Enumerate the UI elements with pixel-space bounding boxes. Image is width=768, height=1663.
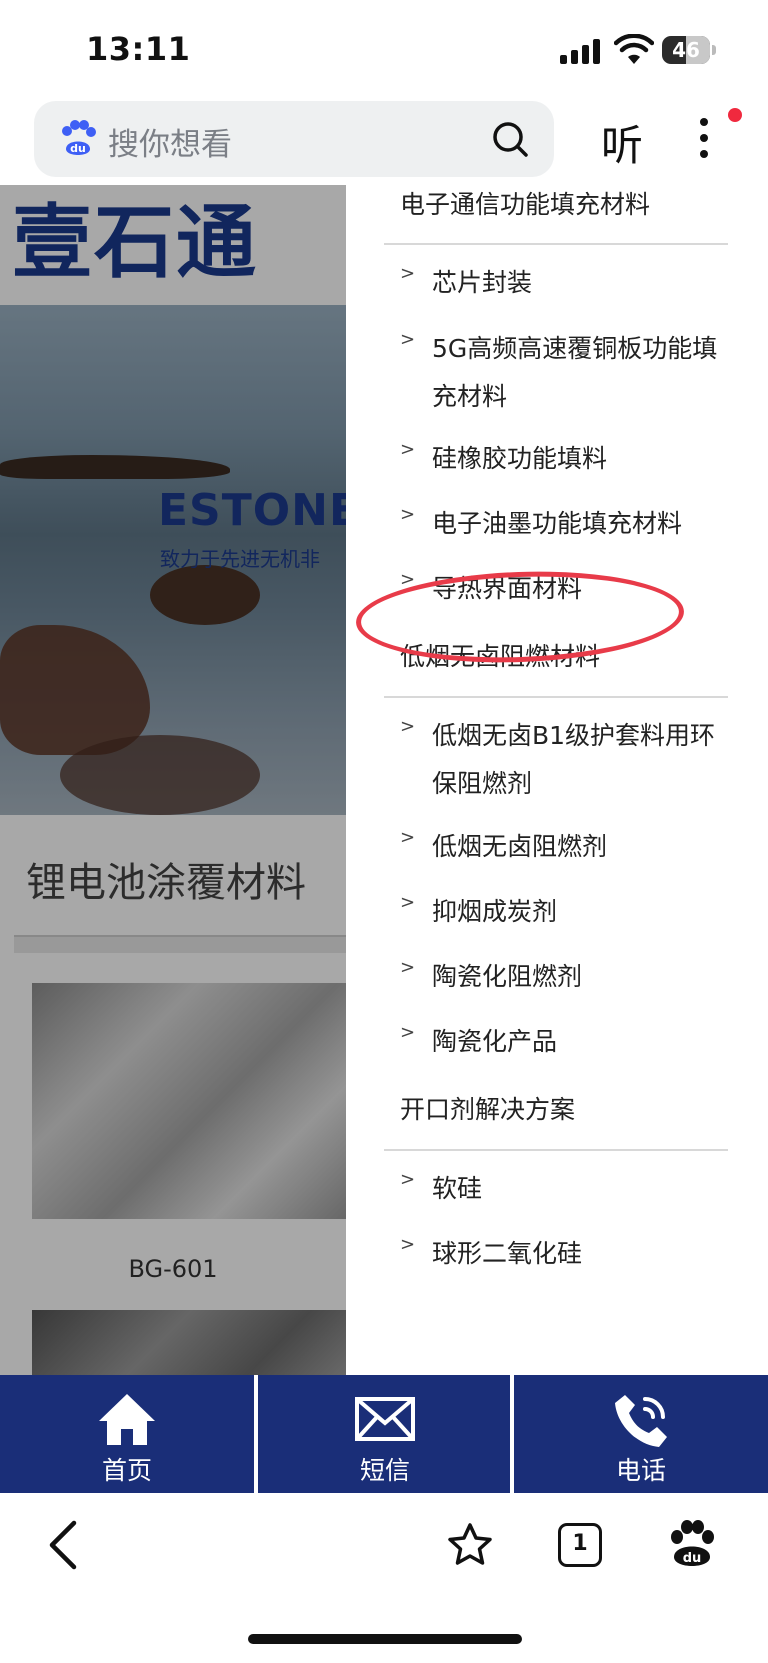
more-icon[interactable] [694, 114, 714, 164]
chevron-right-icon: > [400, 1234, 416, 1255]
sms-label: 短信 [359, 1456, 410, 1485]
menu-item-label: 抑烟成炭剂 [432, 897, 558, 926]
home-icon [99, 1394, 155, 1445]
browser-toolbar: 1 du [0, 1493, 768, 1663]
sms-button[interactable]: 短信 [258, 1375, 512, 1493]
menu-item-label: 陶瓷化阻燃剂 [432, 962, 583, 991]
chevron-right-icon: > [400, 957, 416, 978]
phone-button[interactable]: 电话 [514, 1375, 768, 1493]
menu-item-label: 软硅 [432, 1174, 483, 1203]
side-menu: 电子通信功能填充材料 > 芯片封装 >5G高频高速覆铜板功能填充材料 > 硅橡胶功能… [346, 185, 768, 1375]
status-time: 13:11 [86, 30, 191, 68]
tabs-icon[interactable]: 1 [558, 1523, 602, 1567]
menu-item-label: 低烟无卤阻燃剂 [432, 832, 608, 861]
baidu-icon[interactable]: du [668, 1519, 716, 1569]
back-icon[interactable] [44, 1519, 84, 1571]
menu-category[interactable]: 电子通信功能填充材料 [400, 185, 650, 221]
chevron-right-icon: > [400, 827, 416, 848]
home-button[interactable]: 首页 [0, 1375, 254, 1493]
phone-icon [615, 1395, 667, 1447]
search-icon[interactable] [490, 119, 530, 159]
home-label: 首页 [101, 1456, 152, 1485]
wifi-icon [614, 34, 654, 64]
menu-divider [384, 243, 728, 245]
battery-tip [712, 45, 716, 55]
menu-item-label: 球形二氧化硅 [432, 1239, 583, 1268]
chevron-right-icon: > [400, 1169, 416, 1190]
menu-divider [384, 1149, 728, 1151]
contact-bar: 首页 短信 电话 [0, 1375, 768, 1493]
chevron-right-icon: > [400, 329, 416, 350]
menu-category[interactable]: 开口剂解决方案 [400, 1090, 575, 1126]
menu-item-label: 电子油墨功能填充材料 [432, 509, 683, 538]
menu-item-label: 硅橡胶功能填料 [432, 444, 608, 473]
chevron-right-icon: > [400, 569, 416, 590]
chevron-right-icon: > [400, 263, 416, 284]
baidu-paw-icon: du [62, 120, 96, 155]
battery-level: 46 [672, 38, 700, 62]
status-bar: 13:11 46 [0, 0, 768, 96]
phone-label: 电话 [615, 1456, 666, 1485]
menu-item-label: 低烟无卤B1级护套料用环保阻燃剂 [432, 721, 716, 798]
chevron-right-icon: > [400, 716, 416, 737]
battery-icon: 46 [662, 36, 710, 64]
menu-category[interactable]: 低烟无卤阻燃材料 [400, 637, 600, 673]
search-bar[interactable]: du 搜你想看 [34, 101, 554, 177]
home-indicator [248, 1634, 522, 1644]
star-icon[interactable] [446, 1521, 494, 1569]
chevron-right-icon: > [400, 1022, 416, 1043]
menu-item-label: 陶瓷化产品 [432, 1027, 558, 1056]
chevron-right-icon: > [400, 504, 416, 525]
chevron-right-icon: > [400, 439, 416, 460]
notification-dot [728, 108, 742, 122]
svg-text:du: du [683, 1551, 702, 1566]
chevron-right-icon: > [400, 892, 416, 913]
menu-divider [384, 696, 728, 698]
mail-icon [355, 1397, 415, 1441]
signal-icon [560, 38, 602, 64]
menu-item-label: 5G高频高速覆铜板功能填充材料 [432, 334, 718, 411]
listen-button[interactable]: 听 [601, 112, 643, 173]
menu-item-label: 导热界面材料 [432, 574, 583, 603]
overlay-dim[interactable] [0, 185, 346, 1375]
menu-item-label: 芯片封装 [432, 268, 533, 297]
search-input[interactable]: 搜你想看 [108, 119, 232, 164]
svg-text:du: du [70, 142, 86, 155]
